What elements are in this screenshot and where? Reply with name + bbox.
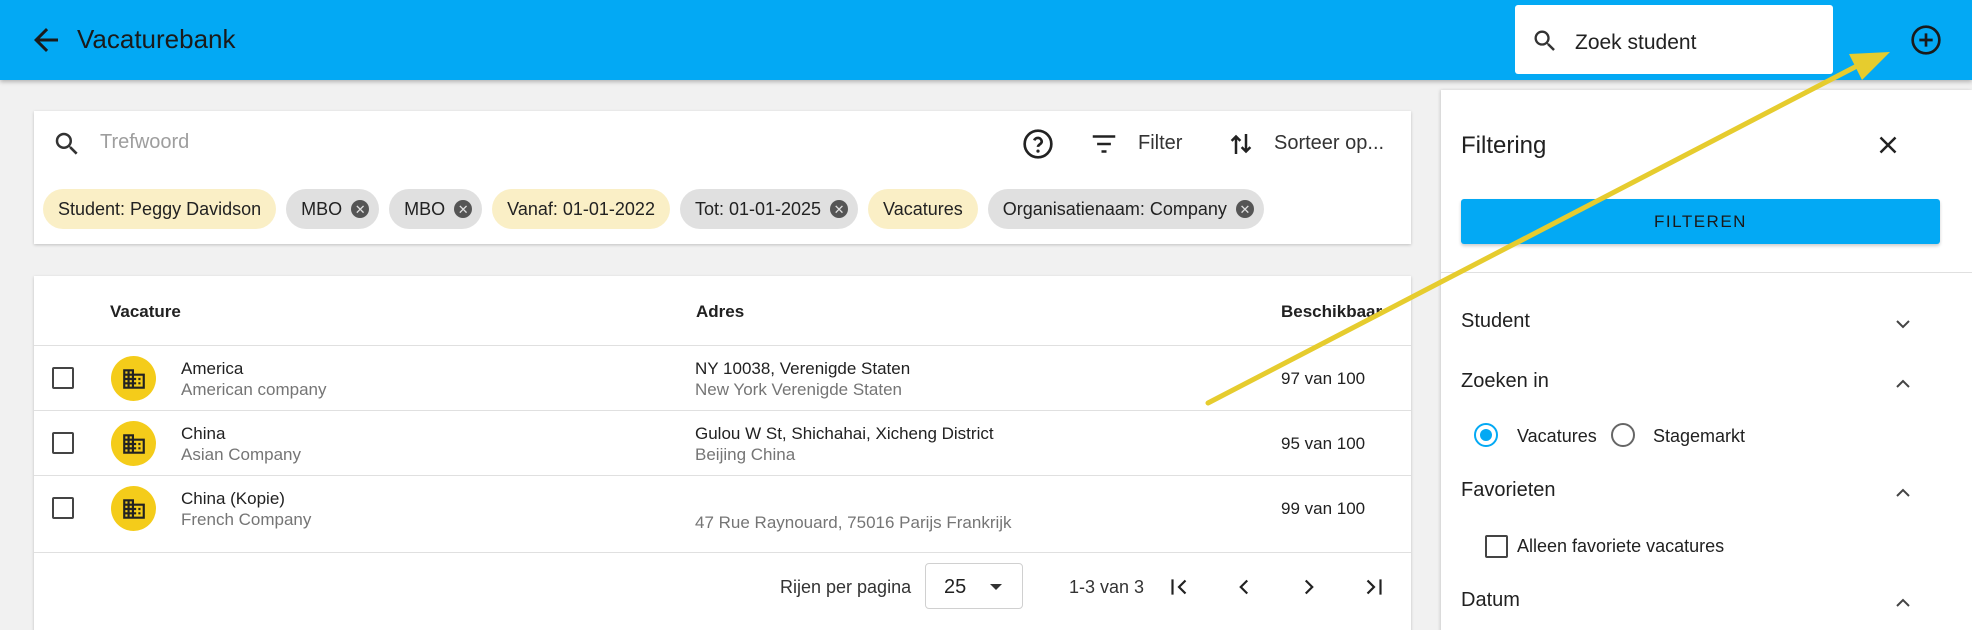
favorites-checkbox-label: Alleen favoriete vacatures — [1517, 536, 1725, 556]
help-icon[interactable] — [1022, 128, 1054, 160]
filter-panel: Filtering FILTEREN Student Zoeken in Vac… — [1441, 90, 1972, 630]
filter-icon[interactable] — [1089, 129, 1119, 159]
first-page-icon[interactable] — [1166, 574, 1192, 600]
divider — [1441, 272, 1972, 273]
vacancy-table: Vacature Adres Beschikbaar America Ameri… — [34, 276, 1411, 630]
chip-label: Tot: 01-01-2025 — [694, 198, 822, 219]
vacancy-name: America — [181, 359, 244, 378]
student-search-field[interactable]: Zoek student — [1515, 5, 1833, 74]
arrow-back-icon[interactable] — [28, 22, 64, 58]
section-datum[interactable]: Datum — [1461, 589, 1520, 612]
address-line-2: New York Verenigde Staten — [695, 380, 902, 399]
chip-vacatures[interactable]: Vacatures — [868, 189, 978, 229]
section-favorieten[interactable]: Favorieten — [1461, 479, 1556, 502]
chip-label: Vanaf: 01-01-2022 — [507, 198, 655, 219]
radio-stagemarkt[interactable] — [1611, 423, 1635, 447]
previous-page-icon[interactable] — [1231, 574, 1257, 600]
search-filter-card: Trefwoord Filter Sorteer op... Student: … — [34, 111, 1411, 244]
rows-per-page-label: Rijen per pagina — [780, 577, 912, 597]
caret-down-icon — [990, 584, 1002, 590]
next-page-icon[interactable] — [1296, 574, 1322, 600]
radio-stagemarkt-label: Stagemarkt — [1653, 426, 1746, 446]
chip-label: Vacatures — [883, 198, 963, 219]
chip-student[interactable]: Student: Peggy Davidson — [43, 189, 277, 229]
radio-vacatures[interactable] — [1474, 423, 1498, 447]
column-header-adres[interactable]: Adres — [696, 302, 744, 322]
column-header-vacature[interactable]: Vacature — [110, 302, 181, 322]
chip-label: MBO — [404, 198, 446, 219]
availability: 97 van 100 — [1281, 369, 1366, 388]
close-icon[interactable]: ✕ — [351, 200, 370, 218]
chip-organisatienaam[interactable]: Organisatienaam: Company ✕ — [987, 189, 1264, 229]
address-line-1: Gulou W St, Shichahai, Xicheng District — [695, 424, 994, 443]
table-row[interactable]: China (Kopie) French Company 47 Rue Rayn… — [34, 475, 1411, 540]
availability: 95 van 100 — [1281, 434, 1366, 453]
page-title: Vacaturebank — [77, 24, 236, 54]
company-name: French Company — [181, 510, 312, 529]
section-student[interactable]: Student — [1461, 310, 1530, 333]
rows-per-page-select[interactable]: 25 — [925, 563, 1023, 609]
chip-vanaf[interactable]: Vanaf: 01-01-2022 — [492, 189, 670, 229]
column-header-beschikbaar[interactable]: Beschikbaar — [1281, 302, 1382, 322]
section-zoeken-in[interactable]: Zoeken in — [1461, 370, 1549, 393]
address-line-1: NY 10038, Verenigde Staten — [695, 359, 911, 378]
table-pagination: Rijen per pagina 25 1-3 van 3 — [34, 552, 1411, 622]
close-icon[interactable]: ✕ — [830, 200, 849, 218]
building-icon — [111, 421, 156, 466]
row-checkbox[interactable] — [52, 432, 74, 454]
building-icon — [111, 356, 156, 401]
rows-per-page-value: 25 — [944, 576, 967, 598]
radio-vacatures-label: Vacatures — [1517, 426, 1597, 446]
sort-button[interactable]: Sorteer op... — [1274, 132, 1384, 155]
row-checkbox[interactable] — [52, 497, 74, 519]
table-row[interactable]: China Asian Company Gulou W St, Shichaha… — [34, 410, 1411, 475]
building-icon — [111, 486, 156, 531]
page-range: 1-3 van 3 — [1069, 577, 1145, 597]
search-icon — [55, 132, 78, 155]
availability: 99 van 100 — [1281, 499, 1366, 518]
apply-filter-button[interactable]: FILTEREN — [1461, 199, 1940, 244]
sort-icon[interactable] — [1226, 129, 1256, 159]
filter-button[interactable]: Filter — [1138, 132, 1182, 155]
address-line-2: Beijing China — [695, 445, 796, 464]
chip-label: MBO — [301, 198, 343, 219]
filter-chips: Student: Peggy Davidson MBO ✕ MBO ✕ Vanaf:… — [43, 189, 1264, 229]
chip-tot[interactable]: Tot: 01-01-2025 ✕ — [679, 189, 859, 229]
close-icon[interactable]: ✕ — [1235, 200, 1254, 218]
vacancy-name: China — [181, 424, 226, 443]
keyword-input[interactable]: Trefwoord — [100, 131, 189, 154]
table-row[interactable]: America American company NY 10038, Veren… — [34, 345, 1411, 410]
chevron-up-icon[interactable] — [1891, 591, 1915, 615]
chip-label: Organisatienaam: Company — [1002, 198, 1227, 219]
chevron-down-icon[interactable] — [1891, 312, 1915, 336]
vacancy-name: China (Kopie) — [181, 489, 285, 508]
search-icon — [1534, 30, 1555, 51]
close-icon[interactable] — [1873, 130, 1903, 160]
company-name: Asian Company — [181, 445, 302, 464]
chevron-up-icon[interactable] — [1891, 372, 1915, 396]
chip-label: Student: Peggy Davidson — [58, 198, 262, 219]
chip-mbo[interactable]: MBO ✕ — [286, 189, 380, 229]
chip-mbo[interactable]: MBO ✕ — [389, 189, 483, 229]
app-bar: Vacaturebank Zoek student — [0, 0, 1972, 80]
chevron-up-icon[interactable] — [1891, 481, 1915, 505]
plus-circle-icon[interactable] — [1910, 24, 1942, 56]
favorites-checkbox[interactable] — [1485, 535, 1508, 558]
close-icon[interactable]: ✕ — [454, 200, 473, 218]
company-name: American company — [181, 380, 327, 399]
student-search-value[interactable]: Zoek student — [1575, 31, 1696, 55]
address-line-2: 47 Rue Raynouard, 75016 Parijs Frankrijk — [695, 513, 1012, 532]
row-checkbox[interactable] — [52, 367, 74, 389]
panel-title: Filtering — [1461, 132, 1547, 159]
last-page-icon[interactable] — [1361, 574, 1387, 600]
